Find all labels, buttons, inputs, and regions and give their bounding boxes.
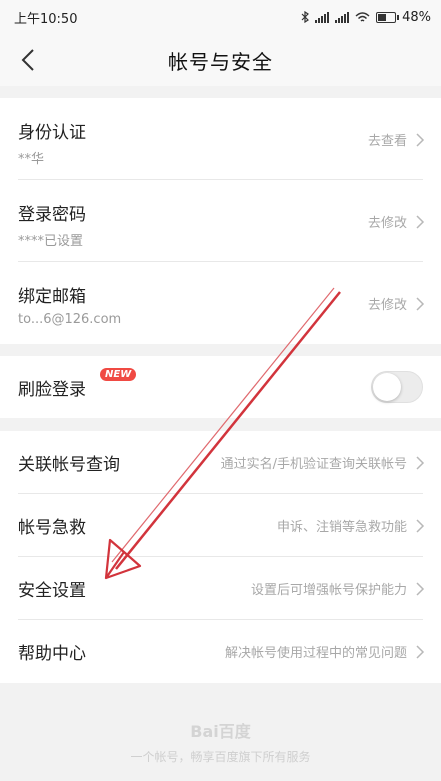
face-login-group: 刷脸登录 NEW bbox=[0, 356, 441, 418]
row-action: 去修改 bbox=[367, 216, 407, 231]
row-title: 帮助中心 bbox=[18, 644, 86, 664]
row-title: 刷脸登录 bbox=[18, 380, 86, 400]
row-value: to...6@126.com bbox=[18, 312, 122, 327]
toggle-knob bbox=[373, 373, 401, 401]
wifi-icon bbox=[355, 11, 370, 22]
chevron-right-icon bbox=[416, 519, 425, 533]
back-button[interactable] bbox=[8, 40, 48, 80]
row-bind-email[interactable]: 绑定邮箱 to...6@126.com 去修改 bbox=[0, 262, 441, 344]
row-identity-verification[interactable]: 身份认证 **华 去查看 bbox=[0, 98, 441, 180]
chevron-right-icon bbox=[416, 582, 425, 596]
battery-level: 48% bbox=[402, 9, 431, 25]
row-title: 关联帐号查询 bbox=[18, 455, 120, 475]
row-value: **华 bbox=[18, 152, 45, 167]
row-value: ****已设置 bbox=[18, 234, 84, 249]
row-action: 去修改 bbox=[367, 298, 407, 313]
row-face-login: 刷脸登录 NEW bbox=[0, 356, 441, 419]
face-login-toggle[interactable] bbox=[371, 371, 423, 403]
row-help-center[interactable]: 帮助中心 解决帐号使用过程中的常见问题 bbox=[0, 620, 441, 683]
row-linked-account-query[interactable]: 关联帐号查询 通过实名/手机验证查询关联帐号 bbox=[0, 431, 441, 494]
status-bar: 上午10:50 48% bbox=[0, 0, 441, 34]
account-info-group: 身份认证 **华 去查看 登录密码 ****已设置 去修改 绑定邮箱 to...… bbox=[0, 98, 441, 344]
row-title: 帐号急救 bbox=[18, 518, 86, 538]
row-title: 安全设置 bbox=[18, 581, 86, 601]
account-services-group: 关联帐号查询 通过实名/手机验证查询关联帐号 帐号急救 申诉、注销等急救功能 安… bbox=[0, 431, 441, 683]
nav-bar: 帐号与安全 bbox=[0, 34, 441, 86]
cell-signal-icon bbox=[315, 11, 330, 23]
footer-tagline: 一个帐号，畅享百度旗下所有服务 bbox=[130, 750, 311, 764]
row-description: 通过实名/手机验证查询关联帐号 bbox=[220, 457, 407, 472]
chevron-right-icon bbox=[416, 456, 425, 470]
page-title: 帐号与安全 bbox=[168, 49, 273, 74]
cell-signal-2-icon bbox=[335, 11, 350, 23]
new-badge: NEW bbox=[100, 368, 137, 381]
row-title: 登录密码 bbox=[18, 205, 86, 225]
row-description: 申诉、注销等急救功能 bbox=[276, 520, 407, 535]
row-account-rescue[interactable]: 帐号急救 申诉、注销等急救功能 bbox=[0, 494, 441, 557]
battery-icon bbox=[376, 11, 400, 23]
baidu-logo: Bai百度 bbox=[190, 722, 251, 741]
status-icons: 48% bbox=[301, 10, 431, 25]
back-arrow-icon bbox=[21, 49, 34, 71]
row-title: 绑定邮箱 bbox=[18, 287, 86, 307]
row-security-settings[interactable]: 安全设置 设置后可增强帐号保护能力 bbox=[0, 557, 441, 620]
row-action: 去查看 bbox=[367, 134, 407, 149]
chevron-right-icon bbox=[416, 645, 425, 659]
bluetooth-icon bbox=[301, 11, 310, 23]
status-time: 上午10:50 bbox=[14, 11, 78, 27]
chevron-right-icon bbox=[416, 133, 425, 147]
baidu-footer: Bai百度 一个帐号，畅享百度旗下所有服务 bbox=[0, 718, 441, 765]
row-login-password[interactable]: 登录密码 ****已设置 去修改 bbox=[0, 180, 441, 262]
row-description: 设置后可增强帐号保护能力 bbox=[250, 583, 407, 598]
row-title: 身份认证 bbox=[18, 123, 86, 143]
row-description: 解决帐号使用过程中的常见问题 bbox=[224, 646, 407, 661]
chevron-right-icon bbox=[416, 215, 425, 229]
chevron-right-icon bbox=[416, 297, 425, 311]
